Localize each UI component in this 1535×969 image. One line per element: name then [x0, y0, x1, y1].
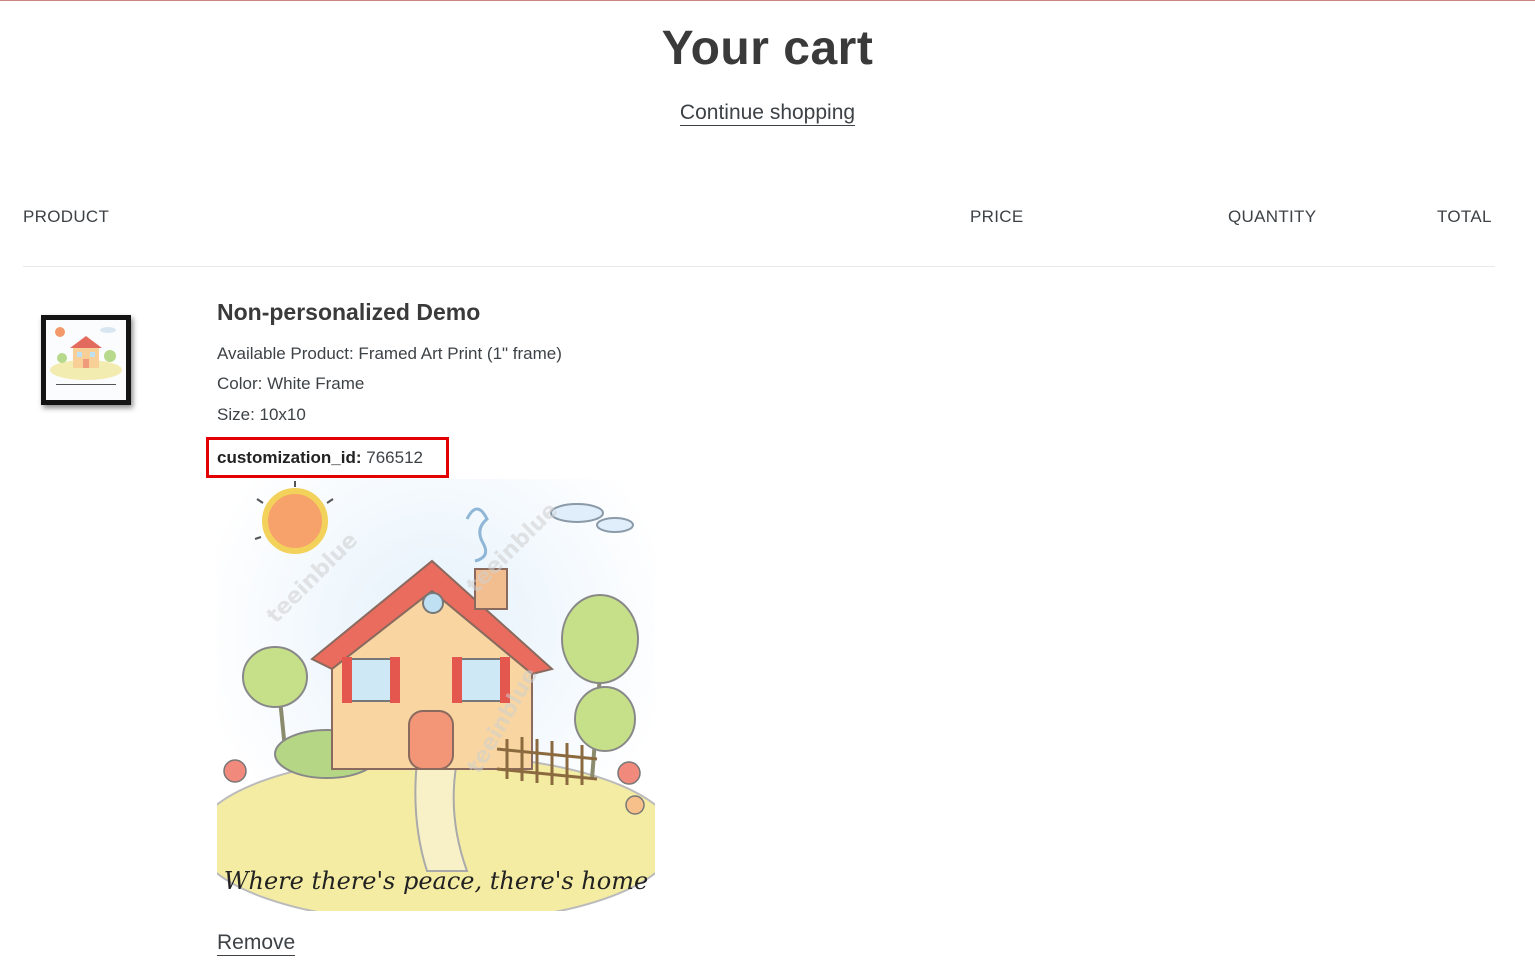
column-header-price: PRICE [970, 207, 1024, 226]
remove-wrapper: Remove [217, 931, 296, 956]
image-caption: Where there's peace, there's home [224, 867, 648, 895]
column-header-total: TOTAL [1437, 207, 1492, 226]
customization-id-value: 766512 [366, 448, 423, 467]
continue-shopping-wrapper: Continue shopping [0, 101, 1535, 126]
table-divider [23, 266, 1495, 267]
column-header-quantity: QUANTITY [1228, 207, 1317, 226]
product-thumbnail[interactable] [41, 315, 131, 405]
product-property-color: Color: White Frame [217, 374, 365, 393]
customization-id-line: customization_id: 766512 [217, 448, 423, 468]
customization-id-key: customization_id: [217, 448, 362, 467]
remove-item-link[interactable]: Remove [217, 931, 296, 956]
column-header-product: PRODUCT [23, 207, 110, 226]
product-property-size: Size: 10x10 [217, 405, 306, 424]
continue-shopping-link[interactable]: Continue shopping [679, 101, 856, 126]
page-title: Your cart [661, 22, 874, 75]
customization-preview-image: teeinblue teeinblue teeinblue Where ther… [217, 479, 655, 911]
product-property-available-product: Available Product: Framed Art Print (1" … [217, 344, 562, 363]
product-title[interactable]: Non-personalized Demo [217, 299, 480, 326]
